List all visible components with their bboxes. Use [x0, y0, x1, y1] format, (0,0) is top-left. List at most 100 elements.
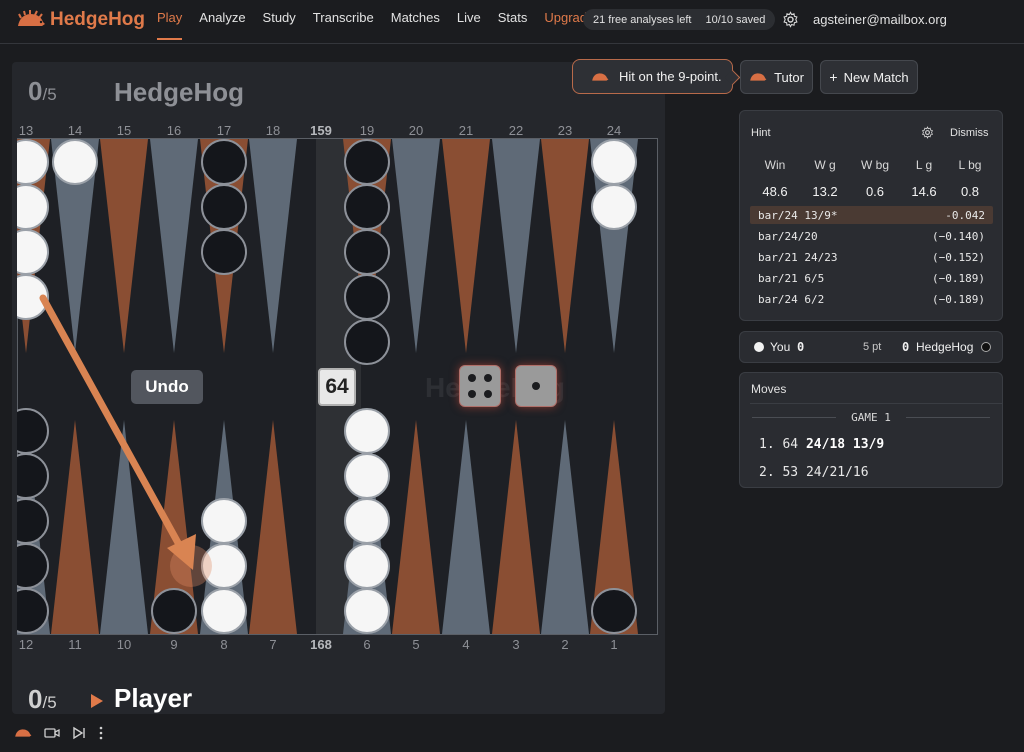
black-checker [201, 229, 247, 275]
point-number: 12 [18, 637, 34, 652]
hint-move-row[interactable]: bar/21 24/23 (−0.152) [750, 248, 993, 266]
white-checker [201, 498, 247, 544]
die-pip [532, 382, 540, 390]
point-number: 4 [462, 637, 470, 652]
black-checker-icon [981, 342, 991, 352]
white-checker [591, 184, 637, 230]
white-checker [344, 453, 390, 499]
hint-move-row[interactable]: bar/24/20 (−0.140) [750, 227, 993, 245]
hint-move-row[interactable]: bar/21 6/5 (−0.189) [750, 269, 993, 287]
die-four[interactable] [459, 365, 501, 407]
black-checker [201, 184, 247, 230]
nav-live[interactable]: Live [457, 0, 481, 43]
stat-value: 0.8 [960, 184, 980, 199]
move-roll: 64 [782, 437, 799, 452]
tutor-label: Tutor [774, 69, 804, 85]
stat-value: 13.2 [812, 184, 838, 199]
point-number: 2 [561, 637, 569, 652]
match-score-panel: You 0 5 pt 0 HedgeHog [739, 331, 1003, 363]
black-checker [344, 319, 390, 365]
die-pip [484, 390, 492, 398]
stat-value: 14.6 [911, 184, 937, 199]
gear-icon[interactable] [921, 126, 934, 139]
point-number: 23 [557, 123, 573, 138]
app-logo[interactable]: HedgeHog [16, 8, 145, 32]
die-pip [468, 390, 476, 398]
match-length: 5 pt [863, 341, 882, 353]
camera-icon[interactable] [44, 727, 60, 739]
turn-indicator-icon [91, 694, 103, 708]
nav-matches[interactable]: Matches [391, 0, 440, 43]
hint-bubble: Hit on the 9-point. [572, 59, 733, 94]
move-text: 24/21/16 [805, 465, 869, 480]
stat-header: W bg [860, 158, 889, 172]
gear-icon[interactable] [782, 11, 799, 28]
point-number: 17 [216, 123, 232, 138]
move-text: 24/18 13/9 [805, 437, 885, 452]
user-email[interactable]: agsteiner@mailbox.org [813, 12, 947, 27]
move-line[interactable]: 1. 64 24/18 13/9 [759, 437, 884, 452]
die-one[interactable] [515, 365, 557, 407]
hint-move-row[interactable]: bar/24 6/2 (−0.189) [750, 290, 993, 308]
skip-icon[interactable] [72, 726, 86, 740]
new-match-button[interactable]: + New Match [820, 60, 918, 94]
you-label: You [770, 340, 791, 354]
stat-header: Win [764, 158, 786, 172]
hedgehog-icon[interactable] [14, 727, 32, 739]
moves-title: Moves [751, 382, 787, 396]
nav-analyze[interactable]: Analyze [199, 0, 245, 43]
point-number: 3 [512, 637, 520, 652]
black-checker [344, 274, 390, 320]
usage-badge: 21 free analyses left 10/10 saved [583, 9, 776, 30]
hint-equity: -0.042 [945, 209, 985, 222]
white-checker [591, 139, 637, 185]
saved-count: 10/10 saved [705, 13, 766, 26]
point-number: 1 [610, 637, 618, 652]
player-score-length: /5 [42, 693, 57, 712]
nav-stats[interactable]: Stats [498, 0, 528, 43]
stat-header: L bg [958, 158, 982, 172]
doubling-cube[interactable]: 64 [318, 368, 356, 406]
player-name: Player [114, 683, 193, 713]
die-pip [468, 374, 476, 382]
point-number: 21 [458, 123, 474, 138]
app-name: HedgeHog [50, 9, 145, 30]
hint-move: bar/24 13/9* [758, 209, 838, 222]
opponent-score: 0/5 [28, 76, 57, 107]
stat-header: W g [814, 158, 836, 172]
nav-transcribe[interactable]: Transcribe [313, 0, 374, 43]
hint-move-row[interactable]: bar/24 13/9* -0.042 [750, 206, 993, 224]
white-checker [344, 498, 390, 544]
opponent-match-score: 0 [902, 340, 910, 354]
plus-icon: + [829, 69, 838, 85]
undo-label: Undo [145, 377, 189, 396]
black-checker [344, 184, 390, 230]
hedgehog-icon [750, 73, 767, 81]
point-number: 7 [269, 637, 277, 652]
more-icon[interactable] [98, 726, 104, 740]
top-navigation: HedgeHog Play Analyze Study Transcribe M… [0, 0, 1024, 44]
point-number: 13 [18, 123, 34, 138]
analyses-left: 21 free analyses left [593, 13, 692, 26]
nav-play[interactable]: Play [157, 0, 183, 43]
white-checker [344, 543, 390, 589]
black-checker [201, 139, 247, 185]
white-checker [344, 588, 390, 634]
stat-value: 0.6 [865, 184, 885, 199]
pip-count: 168 [310, 637, 332, 652]
opponent-score-value: 0 [28, 76, 43, 106]
point-number: 11 [68, 637, 82, 652]
point-number: 8 [220, 637, 228, 652]
main-nav: Play Analyze Study Transcribe Matches Li… [157, 0, 611, 43]
new-match-label: New Match [843, 69, 909, 85]
dismiss-button[interactable]: Dismiss [950, 127, 989, 139]
hint-equity: (−0.189) [932, 293, 985, 306]
opponent-name: HedgeHog [114, 77, 244, 107]
die-pip [484, 374, 492, 382]
divider [750, 403, 1002, 404]
undo-button[interactable]: Undo [131, 370, 203, 404]
nav-study[interactable]: Study [263, 0, 296, 43]
tutor-button[interactable]: Tutor [740, 60, 813, 94]
move-line[interactable]: 2. 53 24/21/16 [759, 465, 869, 480]
hint-move: bar/24/20 [758, 230, 818, 243]
